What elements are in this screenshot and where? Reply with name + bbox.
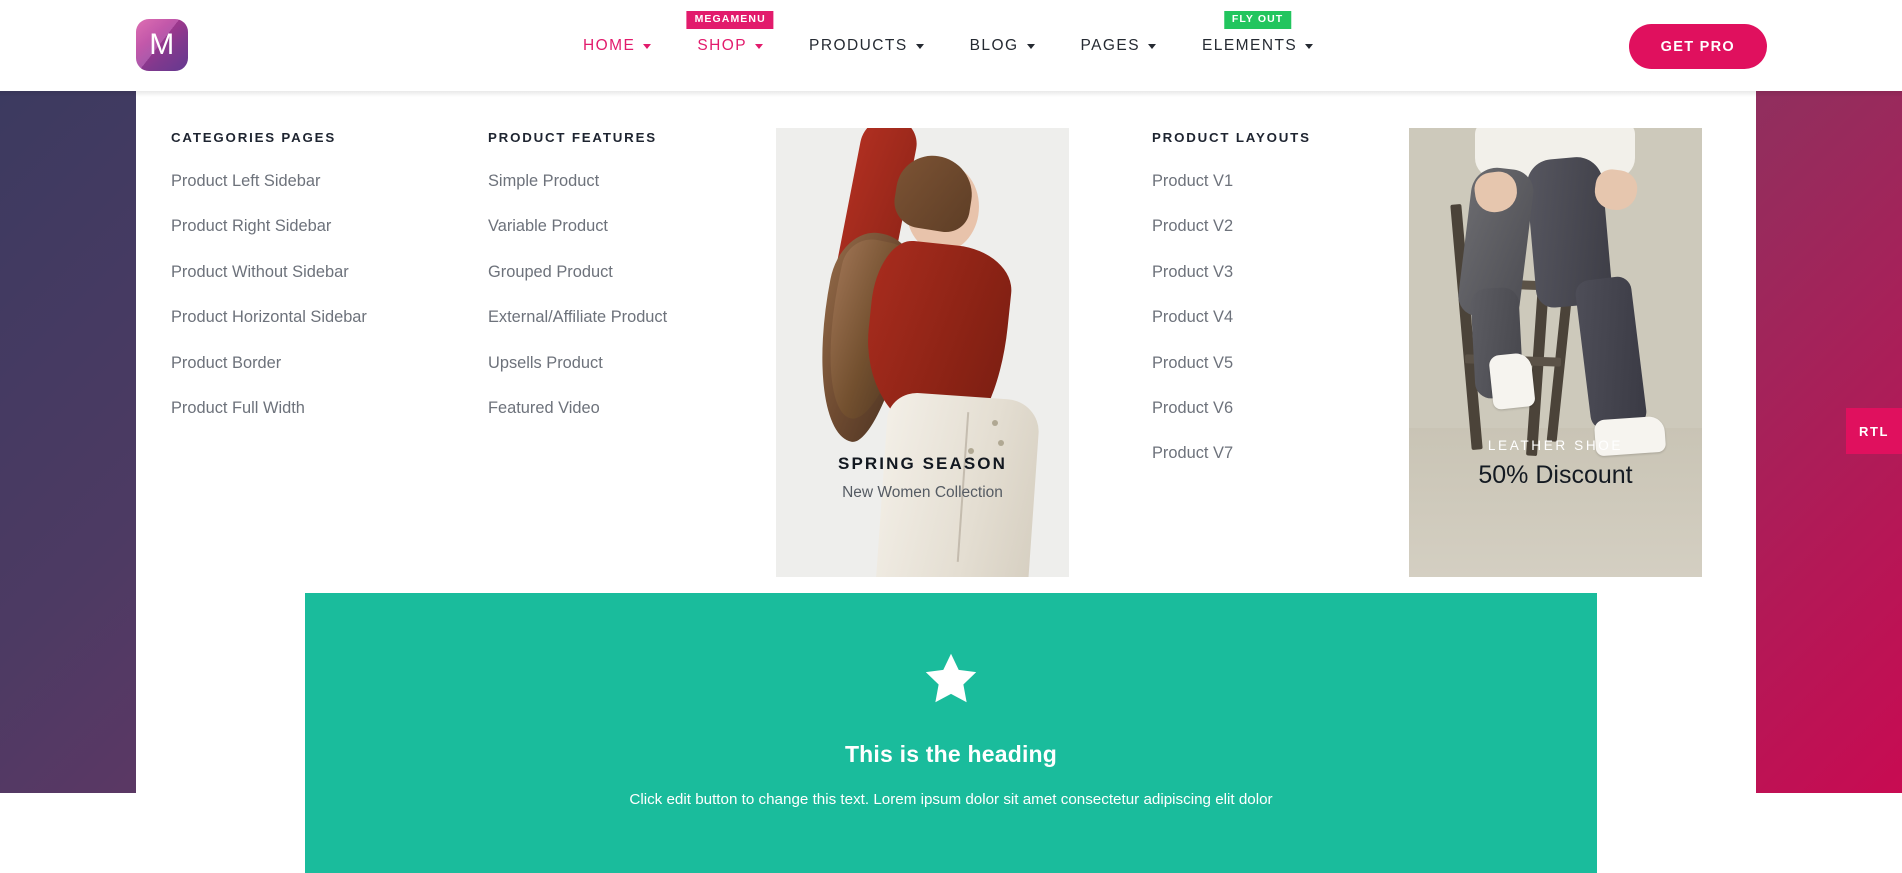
promo-kicker: SPRING SEASON (838, 454, 1007, 473)
nav-label-shop: SHOP (697, 36, 748, 54)
nav-item-shop[interactable]: MEGAMENU SHOP (674, 0, 786, 91)
menu-link-product-full-width[interactable]: Product Full Width (171, 400, 441, 417)
promo-card-spring-season[interactable]: SPRING SEASON New Women Collection (776, 128, 1069, 577)
menu-link-simple-product[interactable]: Simple Product (488, 173, 758, 190)
menu-link-product-right-sidebar[interactable]: Product Right Sidebar (171, 218, 441, 235)
promo-caption: SPRING SEASON New Women Collection (776, 454, 1069, 502)
green-promo-block: This is the heading Click edit button to… (305, 593, 1597, 873)
logo-letter: M (149, 28, 175, 61)
menu-link-product-v2[interactable]: Product V2 (1152, 218, 1422, 235)
menu-link-product-v7[interactable]: Product V7 (1152, 445, 1422, 462)
promo-subtitle: New Women Collection (842, 484, 1003, 501)
menu-link-product-v1[interactable]: Product V1 (1152, 173, 1422, 190)
nav-item-products[interactable]: PRODUCTS (786, 0, 947, 91)
nav-label-home: HOME (583, 36, 636, 54)
page-root: M HOME MEGAMENU SHOP PRODUCTS BLOG PAGES… (0, 0, 1902, 873)
column-heading: PRODUCT FEATURES (488, 130, 657, 145)
chevron-down-icon (755, 44, 764, 49)
nav-badge-megamenu: MEGAMENU (686, 11, 774, 29)
chevron-down-icon (643, 44, 652, 49)
nav-label-blog: BLOG (969, 36, 1019, 54)
promo-image-man-on-stool (1409, 128, 1702, 577)
nav-label-pages: PAGES (1080, 36, 1141, 54)
nav-badge-flyout: FLY OUT (1223, 11, 1292, 29)
nav-item-pages[interactable]: PAGES (1058, 0, 1180, 91)
column-heading: CATEGORIES PAGES (171, 130, 336, 145)
get-pro-button[interactable]: GET PRO (1628, 24, 1767, 69)
column-heading: PRODUCT LAYOUTS (1152, 130, 1311, 145)
menu-link-upsells-product[interactable]: Upsells Product (488, 354, 758, 371)
promo-caption: LEATHER SHOE 50% Discount (1409, 438, 1702, 490)
nav-item-blog[interactable]: BLOG (947, 0, 1058, 91)
menu-link-external-affiliate-product[interactable]: External/Affiliate Product (488, 309, 758, 326)
menu-link-product-v5[interactable]: Product V5 (1152, 354, 1422, 371)
menu-link-product-v4[interactable]: Product V4 (1152, 309, 1422, 326)
nav-item-home[interactable]: HOME (560, 0, 674, 91)
menu-link-product-v3[interactable]: Product V3 (1152, 263, 1422, 280)
chevron-down-icon (1026, 44, 1035, 49)
chevron-down-icon (1305, 44, 1314, 49)
megamenu-column-categories-pages: CATEGORIES PAGES Product Left Sidebar Pr… (171, 130, 441, 416)
green-block-text: Click edit button to change this text. L… (629, 791, 1273, 808)
menu-link-product-without-sidebar[interactable]: Product Without Sidebar (171, 263, 441, 280)
menu-link-product-horizontal-sidebar[interactable]: Product Horizontal Sidebar (171, 309, 441, 326)
promo-kicker: LEATHER SHOE (1487, 438, 1624, 453)
menu-link-product-border[interactable]: Product Border (171, 354, 441, 371)
main-navigation: HOME MEGAMENU SHOP PRODUCTS BLOG PAGES F… (560, 0, 1336, 91)
star-icon (925, 653, 977, 703)
promo-subtitle: 50% Discount (1478, 461, 1633, 489)
megamenu-column-product-features: PRODUCT FEATURES Simple Product Variable… (488, 130, 758, 416)
menu-link-product-left-sidebar[interactable]: Product Left Sidebar (171, 173, 441, 190)
site-header: M HOME MEGAMENU SHOP PRODUCTS BLOG PAGES… (0, 0, 1902, 91)
menu-link-featured-video[interactable]: Featured Video (488, 400, 758, 417)
promo-card-leather-shoe[interactable]: LEATHER SHOE 50% Discount (1409, 128, 1702, 577)
promo-image-woman-red-top (776, 128, 1069, 577)
nav-label-elements: ELEMENTS (1202, 36, 1298, 54)
green-block-heading: This is the heading (844, 741, 1058, 767)
nav-label-products: PRODUCTS (809, 36, 908, 54)
chevron-down-icon (915, 44, 924, 49)
rtl-toggle-tab[interactable]: RTL (1846, 408, 1902, 454)
menu-link-variable-product[interactable]: Variable Product (488, 218, 758, 235)
site-logo[interactable]: M (136, 19, 188, 71)
megamenu-column-product-layouts: PRODUCT LAYOUTS Product V1 Product V2 Pr… (1152, 130, 1422, 462)
menu-link-product-v6[interactable]: Product V6 (1152, 400, 1422, 417)
chevron-down-icon (1148, 44, 1157, 49)
nav-item-elements[interactable]: FLY OUT ELEMENTS (1179, 0, 1336, 91)
menu-link-grouped-product[interactable]: Grouped Product (488, 263, 758, 280)
